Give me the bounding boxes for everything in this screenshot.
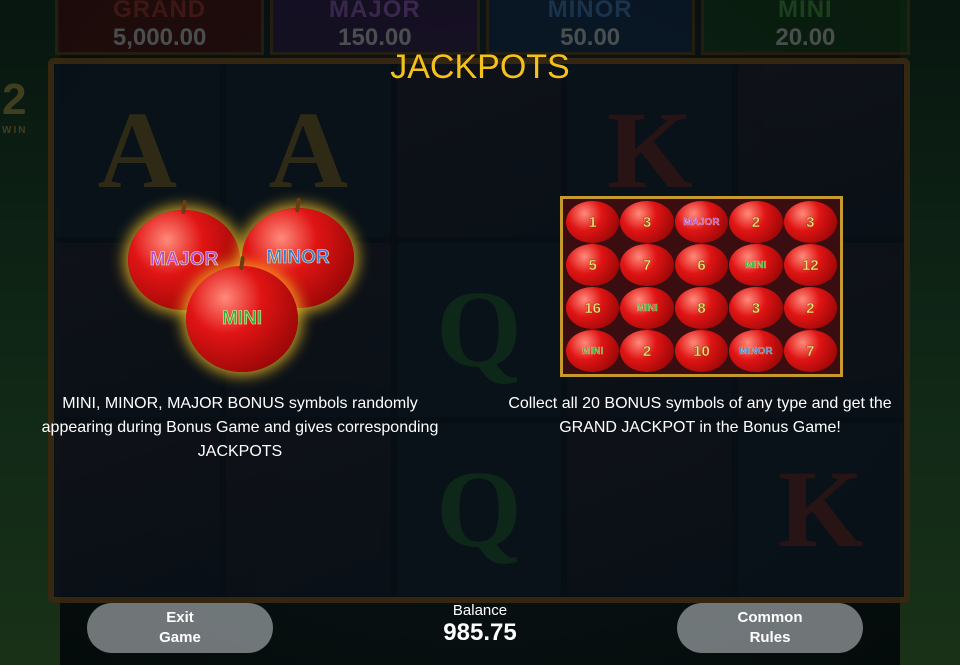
bonus-apple-jackpot-label: MINI [636, 302, 658, 314]
balance-display: Balance 985.75 [380, 602, 580, 647]
bonus-apple: 3 [783, 201, 837, 243]
bonus-apple-value: 12 [801, 256, 819, 274]
page-title: JACKPOTS [390, 48, 570, 86]
apple-mini-label: MINI [221, 308, 263, 330]
bonus-apple: 16 [566, 287, 620, 329]
grand-jackpot-description: Collect all 20 BONUS symbols of any type… [508, 395, 892, 436]
bonus-apple-value: 6 [697, 256, 706, 274]
common-rules-label-line2: Rules [749, 629, 791, 646]
bonus-apple-value: 3 [642, 213, 652, 231]
bonus-apple: 3 [620, 201, 674, 243]
jackpot-apples-illustration: MAJOR MINOR MINI [118, 198, 358, 378]
bonus-apple-value: 2 [806, 299, 815, 317]
apple-major-label: MAJOR [149, 249, 219, 271]
bonus-apple: 2 [620, 330, 674, 372]
apple-mini-icon: MINI [186, 266, 298, 372]
apple-minor-label: MINOR [266, 247, 330, 269]
bonus-apple: MAJOR [674, 201, 729, 243]
bonus-apple: 1 [566, 201, 620, 243]
exit-game-label-line1: Exit [166, 609, 194, 626]
bonus-apple: MINI [729, 244, 783, 286]
bonus-grid-illustration: 1 3 MAJOR 2 3 5 7 6 MINI 12 16 MINI 8 3 2 MINI 2 10 MINOR 7 [560, 196, 843, 377]
bonus-apple-jackpot-label: MINI [582, 345, 604, 357]
bonus-apple: 3 [729, 287, 783, 329]
bonus-apple: 2 [783, 287, 837, 329]
bonus-apple-jackpot-label: MAJOR [683, 216, 720, 228]
bonus-apple-value: 2 [642, 342, 652, 360]
common-rules-label-line1: Common [737, 609, 803, 626]
bonus-apple: MINI [566, 330, 620, 372]
bonus-apple: 12 [783, 244, 837, 286]
bonus-apple-value: 8 [697, 299, 706, 317]
bonus-apple: 2 [729, 201, 783, 243]
common-rules-button[interactable]: Common Rules [677, 603, 863, 653]
bonus-apple-value: 2 [751, 213, 761, 231]
bonus-apple-jackpot-label: MINOR [739, 345, 773, 357]
bonus-apple-jackpot-label: MINI [745, 259, 767, 271]
bonus-apple: MINI [620, 287, 674, 329]
balance-label: Balance [452, 602, 508, 619]
bonus-apple-value: 1 [588, 213, 597, 231]
bonus-apple-value: 3 [751, 299, 761, 317]
bonus-apple: 6 [674, 244, 729, 286]
bonus-apple-value: 7 [806, 342, 815, 360]
bonus-apple-value: 7 [642, 256, 652, 274]
bonus-apple: 7 [783, 330, 837, 372]
bonus-apple-value: 16 [584, 299, 602, 317]
exit-game-label-line2: Game [159, 629, 201, 646]
bonus-apple-value: 3 [806, 213, 815, 231]
bonus-apple-value: 5 [588, 256, 597, 274]
bonus-apple: 10 [674, 330, 729, 372]
balance-value: 985.75 [443, 619, 517, 646]
bonus-apple: 5 [566, 244, 620, 286]
mini-minor-major-description: MINI, MINOR, MAJOR BONUS symbols randoml… [41, 395, 439, 460]
bonus-apple: 8 [674, 287, 729, 329]
exit-game-button[interactable]: Exit Game [87, 603, 273, 653]
bonus-apple: MINOR [729, 330, 783, 372]
bonus-apple: 7 [620, 244, 674, 286]
bonus-apple-value: 10 [693, 342, 710, 360]
